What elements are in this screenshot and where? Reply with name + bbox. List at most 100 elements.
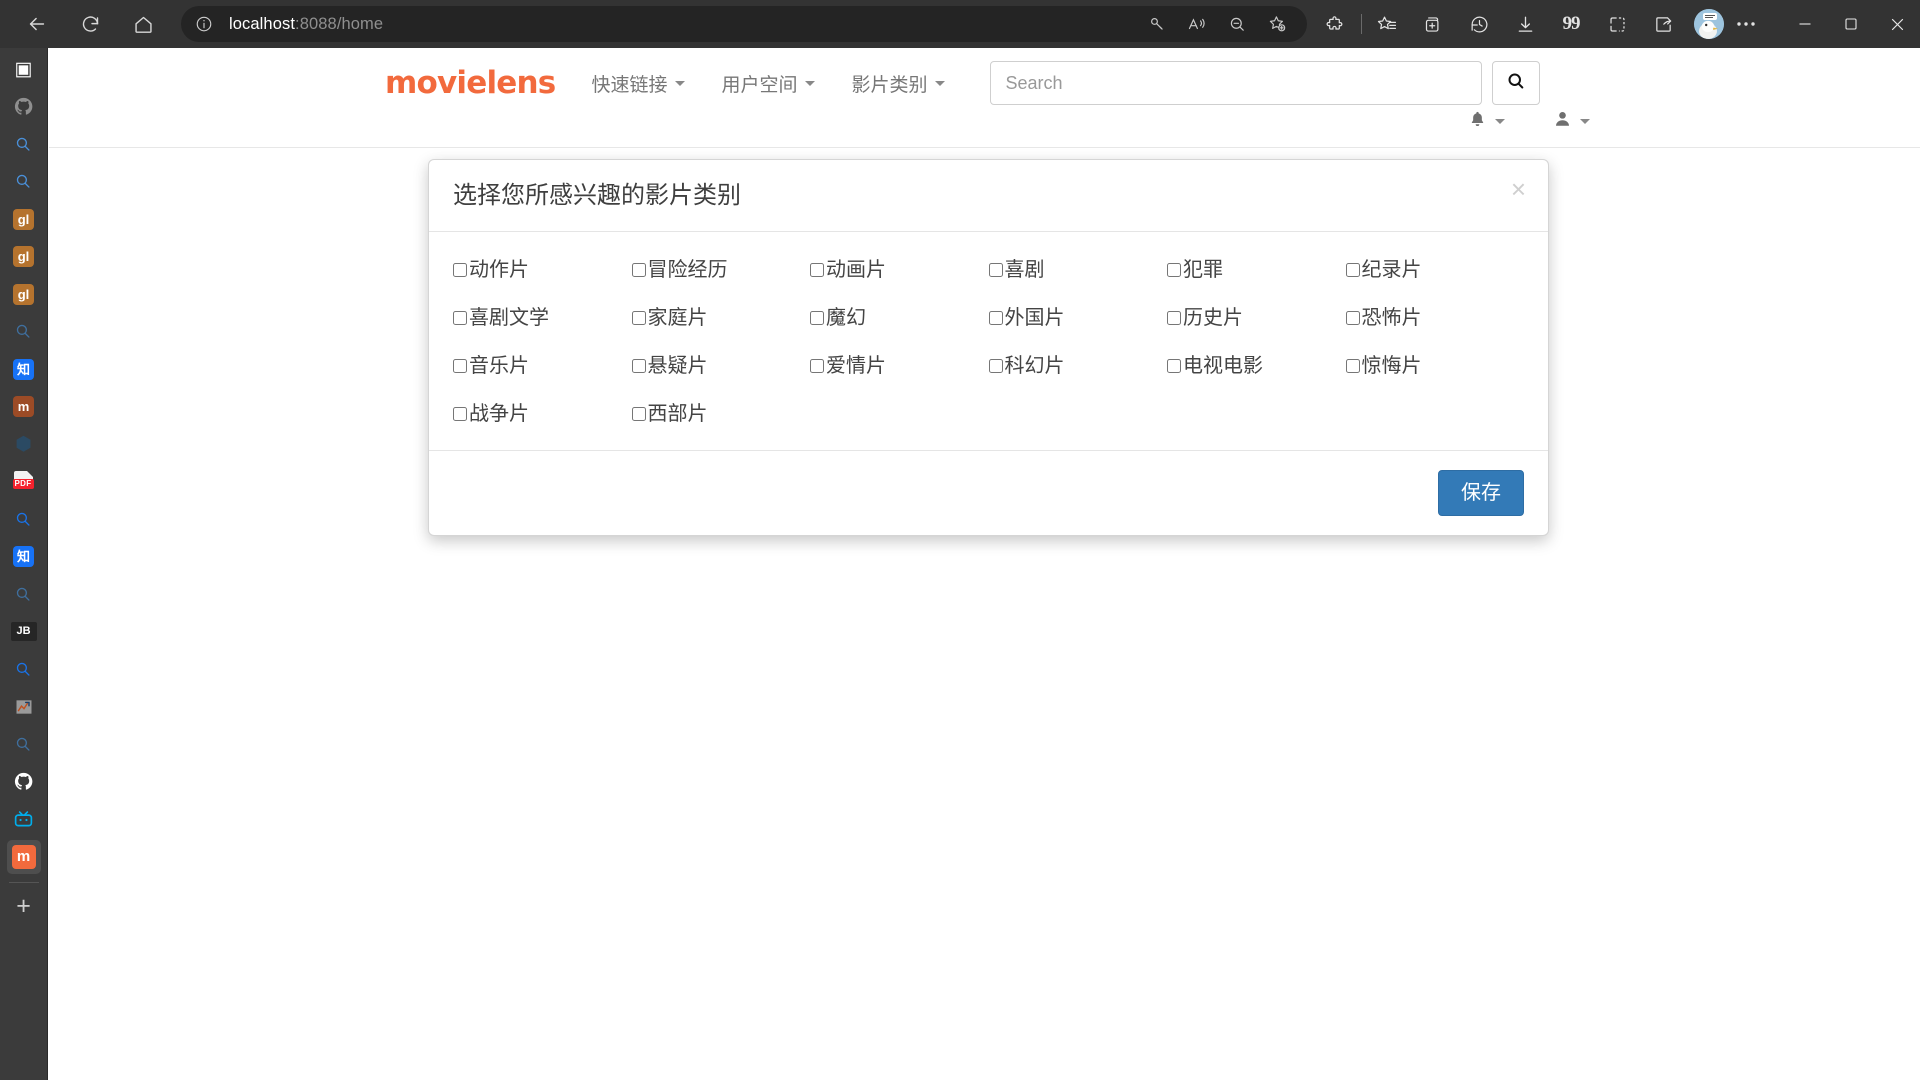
extensions-puzzle-icon[interactable] [1313, 4, 1359, 44]
genre-checkbox[interactable] [631, 358, 646, 373]
genre-checkbox-item[interactable]: 外国片 [988, 308, 1168, 328]
genre-checkbox-item[interactable]: 家庭片 [631, 308, 811, 328]
sidebar-item-zhihu-1[interactable]: 知 [7, 352, 41, 386]
genre-checkbox-item[interactable]: 冒险经历 [631, 260, 811, 280]
genre-checkbox-item[interactable]: 战争片 [453, 404, 632, 424]
genre-checkbox[interactable] [988, 310, 1003, 325]
sidebar-item-github[interactable] [7, 90, 41, 124]
genre-checkbox[interactable] [631, 310, 646, 325]
search-button[interactable] [1492, 61, 1541, 105]
home-icon[interactable] [123, 4, 163, 44]
zoom-out-icon[interactable] [1217, 8, 1257, 40]
genre-checkbox-item[interactable]: 惊悔片 [1345, 356, 1525, 376]
genre-checkbox-item[interactable]: 喜剧文学 [453, 308, 632, 328]
close-icon[interactable]: × [1511, 176, 1526, 202]
sidebar-item-maoyan[interactable]: m [7, 390, 41, 424]
history-clock-icon[interactable] [1456, 4, 1502, 44]
sidebar-item-zhihu-2[interactable]: 知 [7, 540, 41, 574]
sidebar-item-gitlab-1[interactable]: gl [7, 202, 41, 236]
sidebar-item-search-2[interactable] [7, 165, 41, 199]
nav-user-space[interactable]: 用户空间 [721, 70, 816, 97]
genre-checkbox[interactable] [453, 310, 467, 325]
sidebar-add-button[interactable]: + [7, 889, 41, 923]
genre-checkbox-item[interactable]: 魔幻 [810, 308, 989, 328]
sidebar-item-search-7[interactable] [7, 727, 41, 761]
read-aloud-icon[interactable] [1177, 8, 1217, 40]
genre-checkbox-item[interactable]: 电视电影 [1167, 356, 1346, 376]
avatar[interactable] [1694, 9, 1724, 39]
search-input[interactable] [990, 61, 1483, 105]
minimize-button[interactable] [1782, 4, 1828, 44]
key-icon[interactable] [1137, 8, 1177, 40]
reload-icon[interactable] [70, 4, 110, 44]
back-icon[interactable] [17, 4, 57, 44]
save-button[interactable]: 保存 [1438, 469, 1524, 516]
collections-add-icon[interactable] [1410, 4, 1456, 44]
split-screen-icon[interactable] [1594, 4, 1640, 44]
favorites-list-icon[interactable] [1364, 4, 1410, 44]
user-menu[interactable] [1553, 109, 1590, 134]
url-text[interactable]: localhost:8088/home [229, 15, 383, 34]
notifications-menu[interactable] [1468, 109, 1505, 134]
genre-checkbox[interactable] [810, 310, 824, 325]
genre-checkbox[interactable] [988, 358, 1003, 373]
genre-checkbox-item[interactable]: 纪录片 [1345, 260, 1525, 280]
genre-label: 爱情片 [826, 354, 886, 377]
sidebar-item-search-6[interactable] [7, 652, 41, 686]
genre-checkbox[interactable] [453, 358, 467, 373]
maximize-button[interactable] [1828, 4, 1874, 44]
pdf-icon: PDF [12, 470, 36, 494]
genre-checkbox[interactable] [453, 406, 467, 421]
info-circle-icon[interactable] [187, 15, 221, 33]
genre-checkbox[interactable] [1167, 310, 1181, 325]
downloads-arrow-icon[interactable] [1502, 4, 1548, 44]
genre-checkbox-item[interactable]: 动作片 [453, 260, 632, 280]
genre-checkbox[interactable] [1167, 262, 1181, 277]
genre-checkbox-item[interactable]: 科幻片 [988, 356, 1168, 376]
genre-checkbox[interactable] [810, 358, 824, 373]
sidebar-item-bilibili[interactable] [7, 802, 41, 836]
genre-checkbox-item[interactable]: 悬疑片 [631, 356, 811, 376]
sidebar-item-search-4[interactable] [7, 502, 41, 536]
sidebar-item-stocks-chart[interactable] [7, 690, 41, 724]
genre-checkbox[interactable] [453, 262, 467, 277]
sidebar-item-gitlab-2[interactable]: gl [7, 240, 41, 274]
genre-checkbox-item[interactable]: 历史片 [1167, 308, 1346, 328]
genre-checkbox[interactable] [631, 406, 646, 421]
sidebar-item-app-panel[interactable]: ▣ [7, 52, 41, 86]
sidebar-item-jetbrains[interactable]: JB [7, 615, 41, 649]
gitlab-2-icon: gl [13, 246, 34, 267]
quotes-icon[interactable]: 99 [1548, 4, 1594, 44]
brand-logo[interactable]: movielens [385, 67, 556, 99]
nav-movie-genres[interactable]: 影片类别 [851, 70, 946, 97]
genre-checkbox[interactable] [1345, 310, 1360, 325]
sidebar-item-pdf[interactable]: PDF [7, 465, 41, 499]
genre-checkbox-item[interactable]: 音乐片 [453, 356, 632, 376]
genre-checkbox-item[interactable]: 犯罪 [1167, 260, 1346, 280]
modal-body: 动作片 冒险经历 动画片 喜剧 犯罪 纪录片喜剧文学 家庭片 魔幻 外国片 历史片 恐怖片音乐片 悬疑… [429, 232, 1548, 450]
genre-checkbox-item[interactable]: 恐怖片 [1345, 308, 1525, 328]
close-button[interactable] [1874, 4, 1920, 44]
genre-checkbox[interactable] [631, 262, 646, 277]
genre-checkbox[interactable] [1167, 358, 1181, 373]
share-icon[interactable] [1640, 4, 1686, 44]
genre-checkbox[interactable] [1345, 262, 1360, 277]
address-bar[interactable]: localhost:8088/home [181, 6, 1307, 42]
sidebar-item-movielens-app[interactable]: m [6, 839, 41, 874]
add-favorite-icon[interactable] [1257, 8, 1297, 40]
genre-checkbox[interactable] [988, 262, 1003, 277]
genre-checkbox-item[interactable]: 动画片 [810, 260, 989, 280]
sidebar-item-search-3[interactable] [7, 315, 41, 349]
sidebar-item-search-5[interactable] [7, 577, 41, 611]
sidebar-item-github-2[interactable] [7, 765, 41, 799]
genre-checkbox-item[interactable]: 喜剧 [988, 260, 1168, 280]
genre-checkbox-item[interactable]: 西部片 [631, 404, 811, 424]
genre-checkbox[interactable] [810, 262, 824, 277]
genre-checkbox[interactable] [1345, 358, 1360, 373]
sidebar-item-gitlab-3[interactable]: gl [7, 277, 41, 311]
sidebar-item-search-1[interactable] [7, 127, 41, 161]
nav-quick-links[interactable]: 快速链接 [591, 70, 686, 97]
sidebar-item-juejin[interactable]: ⬢ [7, 427, 41, 461]
genre-checkbox-item[interactable]: 爱情片 [810, 356, 989, 376]
more-options-icon[interactable] [1724, 4, 1768, 44]
